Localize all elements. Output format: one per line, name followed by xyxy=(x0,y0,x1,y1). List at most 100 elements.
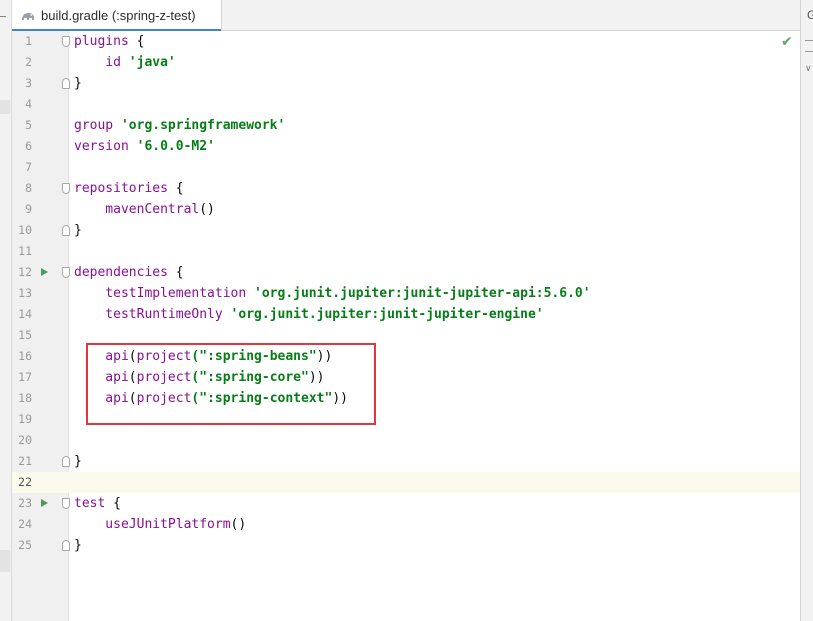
code-plain: { xyxy=(128,34,145,49)
menu-lines-icon[interactable] xyxy=(805,40,813,52)
code-editor[interactable]: 1 plugins { 2 id 'java' 3 } 4 5 group 'o… xyxy=(12,31,800,621)
fold-icon[interactable] xyxy=(62,78,70,89)
line-number: 14 xyxy=(18,307,32,321)
line-number: 8 xyxy=(25,181,32,195)
code-line[interactable]: 7 xyxy=(12,157,800,178)
line-number: 15 xyxy=(18,328,32,342)
line-number: 21 xyxy=(18,454,32,468)
code-plain: () xyxy=(230,517,247,532)
code-line[interactable]: 4 xyxy=(12,94,800,115)
line-number: 23 xyxy=(18,496,32,510)
left-strip-marker xyxy=(0,550,10,572)
code-keyword: mavenCentral xyxy=(74,202,200,217)
code-string: 'java' xyxy=(128,55,176,70)
vertical-scrollbar[interactable] xyxy=(792,53,800,621)
line-number: 24 xyxy=(18,517,32,531)
code-keyword: test xyxy=(74,496,106,511)
code-plain: { xyxy=(105,496,121,511)
code-text: plugins { xyxy=(74,31,144,52)
fold-icon[interactable] xyxy=(62,36,70,47)
code-plain: { xyxy=(167,265,184,280)
fold-icon[interactable] xyxy=(62,267,70,278)
tab-build-gradle[interactable]: build.gradle (:spring-z-test) xyxy=(12,0,222,32)
code-line[interactable]: 2 id 'java' xyxy=(12,52,800,73)
code-keyword: useJUnitPlatform xyxy=(74,517,231,532)
code-line[interactable]: 13 testImplementation 'org.junit.jupiter… xyxy=(12,283,800,304)
code-line[interactable]: 5 group 'org.springframework' xyxy=(12,115,800,136)
code-text: } xyxy=(74,535,82,556)
line-number: 7 xyxy=(25,160,32,174)
code-line-current[interactable]: 22 xyxy=(12,472,800,493)
code-keyword: version xyxy=(74,139,137,154)
line-number: 4 xyxy=(25,97,32,111)
line-number: 18 xyxy=(18,391,32,405)
line-number: 3 xyxy=(25,76,32,90)
code-line[interactable]: 21 } xyxy=(12,451,800,472)
code-keyword: testImplementation xyxy=(74,286,255,301)
fold-icon[interactable] xyxy=(62,225,70,236)
code-line[interactable]: 8 repositories { xyxy=(12,178,800,199)
line-number: 19 xyxy=(18,412,32,426)
check-icon[interactable]: ✔ xyxy=(781,34,793,50)
code-line[interactable]: 20 xyxy=(12,430,800,451)
highlight-box xyxy=(86,343,376,425)
line-number: 17 xyxy=(18,370,32,384)
right-tool-strip: G ∨ xyxy=(800,0,813,621)
chevron-down-icon[interactable]: ∨ xyxy=(805,64,812,74)
editor-tab-bar: build.gradle (:spring-z-test) xyxy=(12,0,800,32)
code-text: group 'org.springframework' xyxy=(74,115,285,136)
code-line[interactable]: 11 xyxy=(12,241,800,262)
code-keyword: dependencies xyxy=(74,265,168,280)
left-tool-strip xyxy=(0,0,12,621)
fold-icon[interactable] xyxy=(62,540,70,551)
code-keyword: repositories xyxy=(74,181,168,196)
right-panel-label[interactable]: G xyxy=(807,8,813,22)
line-number: 9 xyxy=(25,202,32,216)
code-string: 'org.junit.jupiter:junit-jupiter-api:5.6… xyxy=(254,286,591,301)
code-plain: () xyxy=(199,202,215,217)
code-line[interactable]: 6 version '6.0.0-M2' xyxy=(12,136,800,157)
code-plain: } xyxy=(74,223,82,238)
code-line[interactable]: 14 testRuntimeOnly 'org.junit.jupiter:ju… xyxy=(12,304,800,325)
code-text: version '6.0.0-M2' xyxy=(74,136,215,157)
code-text: dependencies { xyxy=(74,262,184,283)
code-line[interactable]: 25 } xyxy=(12,535,800,556)
code-keyword: group xyxy=(74,118,121,133)
code-plain: { xyxy=(167,181,184,196)
code-text: useJUnitPlatform() xyxy=(74,514,246,535)
code-keyword: id xyxy=(74,55,129,70)
code-line[interactable]: 10 } xyxy=(12,220,800,241)
code-line[interactable]: 1 plugins { xyxy=(12,31,800,52)
line-number: 1 xyxy=(25,34,32,48)
code-text: id 'java' xyxy=(74,52,176,73)
code-text: } xyxy=(74,451,82,472)
code-string: 'org.junit.jupiter:junit-jupiter-engine' xyxy=(230,307,544,322)
code-text: } xyxy=(74,73,82,94)
code-line[interactable]: 9 mavenCentral() xyxy=(12,199,800,220)
code-line[interactable]: 23 test { xyxy=(12,493,800,514)
fold-icon[interactable] xyxy=(62,456,70,467)
line-number: 22 xyxy=(18,475,32,489)
line-number: 6 xyxy=(25,139,32,153)
code-text: repositories { xyxy=(74,178,184,199)
line-number: 5 xyxy=(25,118,32,132)
run-gutter-icon[interactable] xyxy=(41,499,48,507)
line-number: 20 xyxy=(18,433,32,447)
fold-icon[interactable] xyxy=(62,183,70,194)
code-text: testRuntimeOnly 'org.junit.jupiter:junit… xyxy=(74,304,544,325)
line-number: 12 xyxy=(18,265,32,279)
gradle-elephant-icon xyxy=(22,12,34,20)
line-number: 10 xyxy=(18,223,32,237)
run-gutter-icon[interactable] xyxy=(41,268,48,276)
code-plain: } xyxy=(74,454,82,469)
fold-icon[interactable] xyxy=(62,498,70,509)
code-line[interactable]: 12 dependencies { xyxy=(12,262,800,283)
line-number: 13 xyxy=(18,286,32,300)
collapse-dash[interactable] xyxy=(0,16,6,17)
line-number: 11 xyxy=(18,244,32,258)
code-line[interactable]: 3 } xyxy=(12,73,800,94)
code-plain: } xyxy=(74,538,82,553)
code-line[interactable]: 24 useJUnitPlatform() xyxy=(12,514,800,535)
code-text: testImplementation 'org.junit.jupiter:ju… xyxy=(74,283,591,304)
code-string: '6.0.0-M2' xyxy=(136,139,215,154)
